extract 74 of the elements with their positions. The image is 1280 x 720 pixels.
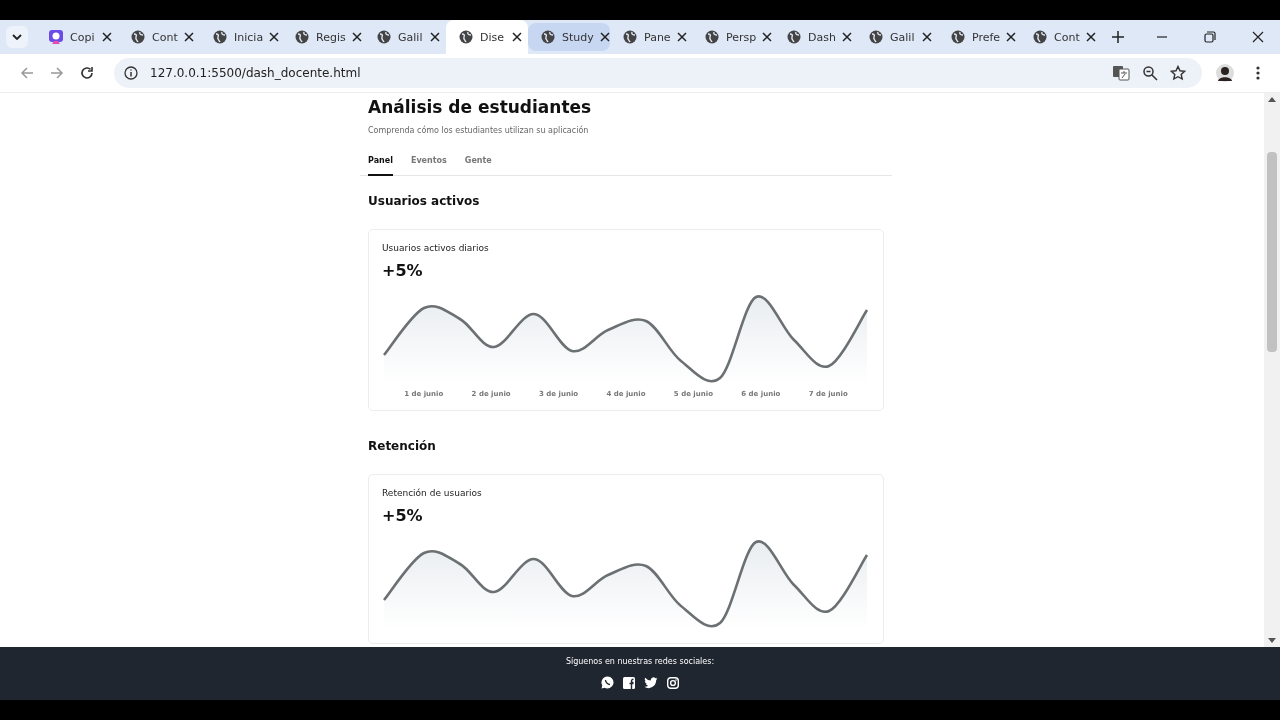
page-title: Análisis de estudiantes [368,97,593,117]
info-icon [124,66,138,80]
star-icon[interactable] [1170,65,1186,81]
square-logo-icon[interactable] [623,676,635,689]
close-icon[interactable] [512,32,522,42]
browser-tab[interactable]: Dash [774,20,856,54]
browser-tab[interactable]: Galil [856,20,938,54]
avatar-icon[interactable] [1216,64,1234,82]
chat-icon[interactable] [601,676,614,689]
scrollbar[interactable] [1264,93,1280,647]
globe-icon [294,29,310,45]
reload-icon[interactable] [80,66,94,80]
close-icon[interactable] [184,32,194,42]
caret-icon [12,34,22,40]
globe-icon [704,29,720,45]
translate-icon[interactable] [1112,65,1130,81]
browser-tab[interactable]: Dise [446,20,528,54]
browser-tab[interactable]: Regis [282,20,364,54]
card-value: +5% [382,506,424,525]
browser-tab[interactable]: Persp [692,20,774,54]
bird-icon[interactable] [644,676,658,689]
globe-icon [868,29,884,45]
page-tab[interactable]: Gente [464,156,492,176]
close-icon[interactable] [762,32,773,42]
scroll-down-icon[interactable] [1268,638,1276,644]
close-icon[interactable] [922,32,932,42]
card-title: Retención de usuarios [382,488,483,498]
globe-icon [786,29,802,45]
close-icon[interactable] [351,32,362,42]
card-value: +5% [382,261,424,280]
page-tab[interactable]: Panel [368,156,393,176]
globe-icon [540,29,556,45]
close-icon[interactable] [102,32,112,42]
globe-icon [458,29,474,45]
close-icon[interactable] [676,32,687,42]
close-icon[interactable] [1252,31,1264,43]
zoom-out-icon[interactable] [1142,65,1158,81]
camera-icon[interactable] [667,676,679,689]
close-icon[interactable] [269,32,280,42]
card-title: Usuarios activos diarios [382,243,490,253]
menu-icon[interactable] [1256,66,1260,80]
browser-tab[interactable]: Cont [1020,20,1102,54]
browser-tab[interactable]: Inicia [200,20,282,54]
close-icon[interactable] [841,32,852,42]
globe-icon [376,29,392,45]
browser-tab[interactable]: Prefe [938,20,1020,54]
tab-search-button[interactable] [6,26,28,48]
globe-icon [950,29,966,45]
globe-icon [622,29,638,45]
close-icon[interactable] [1086,32,1096,42]
forward-icon[interactable] [50,66,64,80]
close-icon[interactable] [430,32,440,42]
footer-text: Síguenos en nuestras redes sociales: [565,657,715,666]
scroll-up-icon[interactable] [1268,96,1276,102]
browser-tab[interactable]: Copi [36,20,118,54]
close-icon[interactable] [599,32,610,42]
scrollbar-thumb[interactable] [1267,152,1277,352]
globe-icon [212,29,228,45]
browser-tab[interactable]: Galil [364,20,446,54]
section-heading: Usuarios activos [368,194,481,208]
browser-tab[interactable]: Pane [610,20,692,54]
globe-icon [1032,29,1048,45]
back-icon[interactable] [20,66,34,80]
browser-tab[interactable]: Study [528,23,610,51]
new-tab-icon[interactable] [1112,31,1124,43]
app-icon [48,29,64,45]
page-tab[interactable]: Eventos [410,156,447,176]
page-subtitle: Comprenda cómo los estudiantes utilizan su aplicación [368,126,590,135]
restore-icon[interactable] [1204,31,1216,43]
address-bar[interactable]: 127.0.0.1:5500/dash_docente.html [114,58,1202,88]
browser-tab[interactable]: Cont [118,20,200,54]
globe-icon [130,29,146,45]
section-heading: Retención [368,439,437,453]
close-icon[interactable] [1006,32,1017,42]
